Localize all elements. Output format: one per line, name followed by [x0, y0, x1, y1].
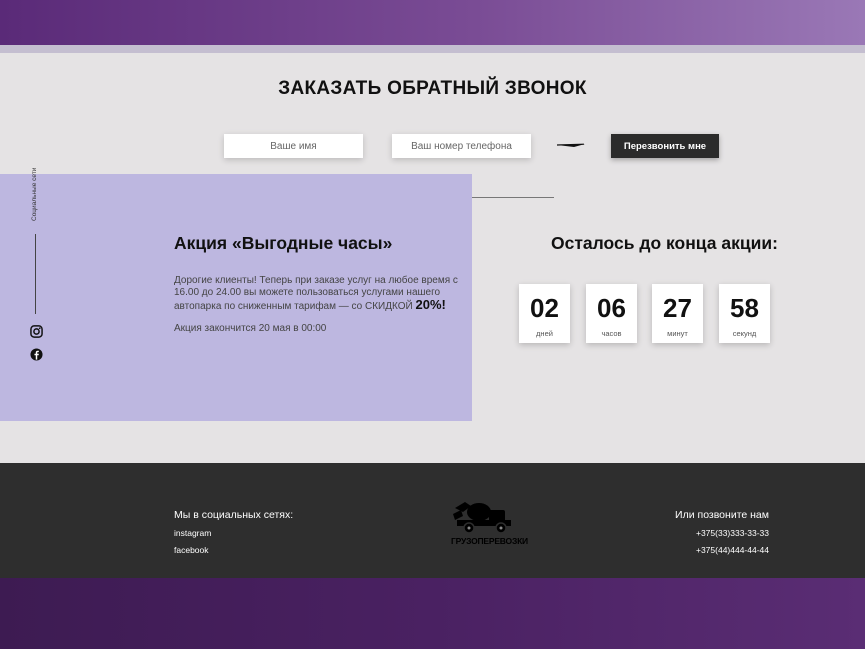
- promo-text: Дорогие клиенты! Теперь при заказе услуг…: [174, 275, 464, 313]
- countdown-value: 02: [530, 293, 559, 323]
- countdown-hours: 06 часов: [586, 284, 637, 343]
- footer-call-title: Или позвоните нам: [675, 509, 769, 521]
- promo-discount: 20%!: [415, 297, 446, 312]
- top-divider-strip: [0, 45, 865, 53]
- logo-text: ГРУЗОПЕРЕВОЗКИ: [451, 536, 528, 546]
- bottom-band: [0, 578, 865, 649]
- social-sidebar: Социальные сети: [31, 163, 43, 223]
- name-input[interactable]: [224, 134, 363, 158]
- countdown-value: 27: [663, 293, 692, 323]
- promo-title: Акция «Выгодные часы»: [174, 233, 393, 253]
- instagram-icon[interactable]: [30, 325, 43, 338]
- facebook-icon[interactable]: [30, 348, 43, 361]
- phone-input[interactable]: [392, 134, 531, 158]
- arrow-right-icon: [556, 143, 585, 147]
- footer-phone-link[interactable]: +375(44)444-44-44: [696, 545, 769, 555]
- footer-phone-link[interactable]: +375(33)333-33-33: [696, 528, 769, 538]
- countdown-value: 58: [730, 293, 759, 323]
- top-header-band: [0, 0, 865, 45]
- footer-instagram-link[interactable]: instagram: [174, 528, 211, 538]
- countdown-seconds: 58 секунд: [719, 284, 770, 343]
- countdown-unit: минут: [667, 329, 688, 338]
- footer-facebook-link[interactable]: facebook: [174, 545, 209, 555]
- callback-submit-button[interactable]: Перезвонить мне: [611, 134, 719, 158]
- callback-title: ЗАКАЗАТЬ ОБРАТНЫЙ ЗВОНОК: [278, 78, 587, 99]
- social-sidebar-label: Социальные сети: [31, 167, 38, 221]
- countdown-minutes: 27 минут: [652, 284, 703, 343]
- countdown-days: 02 дней: [519, 284, 570, 343]
- promo-end-note: Акция закончится 20 мая в 00:00: [174, 323, 327, 334]
- footer-social-title: Мы в социальных сетях:: [174, 509, 294, 521]
- countdown-unit: часов: [601, 329, 622, 338]
- countdown-unit: секунд: [732, 329, 757, 338]
- social-sidebar-line: [35, 234, 36, 314]
- countdown-unit: дней: [536, 329, 553, 338]
- callback-and-promo-section: ЗАКАЗАТЬ ОБРАТНЫЙ ЗВОНОК Перезвонить мне…: [0, 53, 865, 463]
- countdown-value: 06: [597, 293, 626, 323]
- countdown-title: Осталось до конца акции:: [551, 233, 778, 253]
- footer: Мы в социальных сетях: instagram faceboo…: [0, 463, 865, 578]
